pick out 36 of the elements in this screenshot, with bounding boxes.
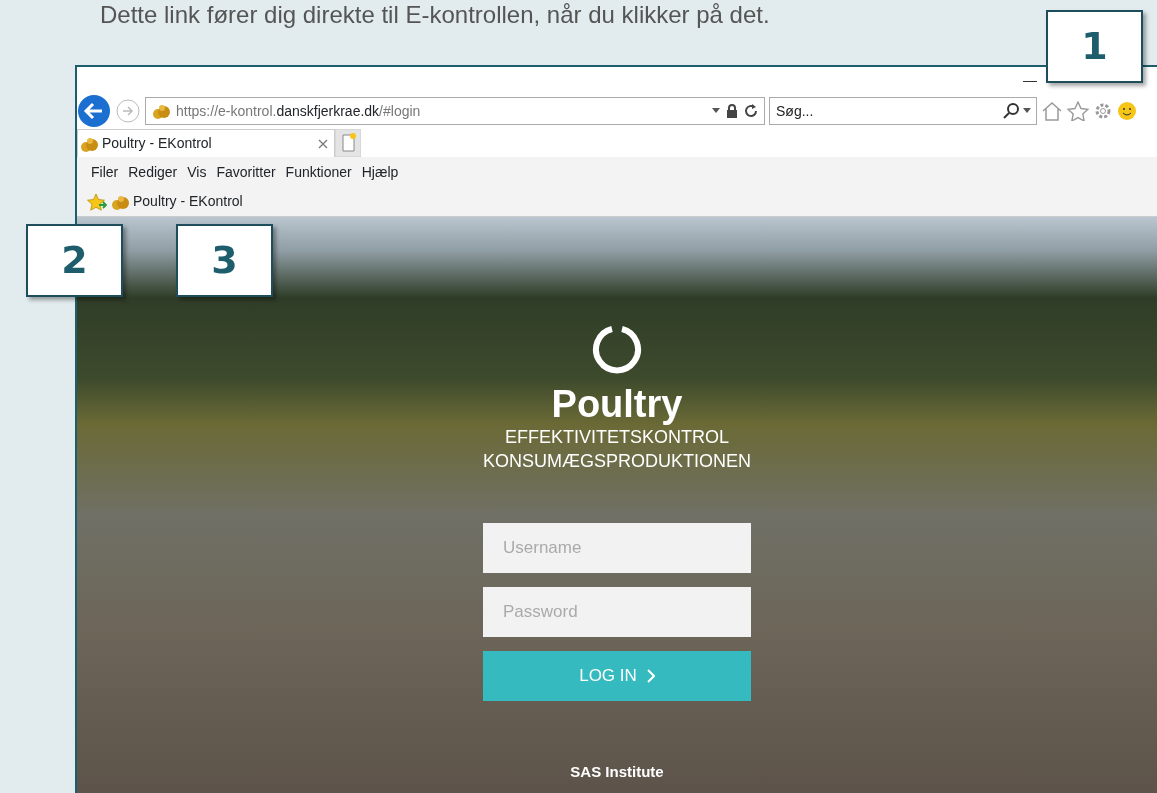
caption-text: Dette link fører dig direkte til E-kontrollen, når du klikker på det. — [100, 0, 771, 30]
chevron-icon — [646, 669, 655, 683]
callout-number: 3 — [176, 224, 273, 297]
address-bar[interactable]: https://e-kontrol.danskfjerkrae.dk/#login — [145, 97, 765, 125]
search-icon[interactable] — [1003, 103, 1019, 119]
app-subtitle: KONSUMÆGSPRODUKTIONEN — [483, 450, 751, 473]
favorites-star-icon[interactable] — [87, 192, 107, 211]
footer-text: SAS Institute — [570, 762, 664, 782]
caret-icon[interactable] — [1023, 108, 1031, 114]
favorites-link[interactable]: Poultry - EKontrol — [111, 191, 243, 212]
search-field[interactable]: Søg... — [769, 97, 1037, 125]
close-icon[interactable] — [318, 138, 328, 149]
site-favicon-icon — [152, 103, 170, 119]
app-subtitle: EFFEKTIVITETSKONTROL — [505, 426, 729, 449]
menu-item[interactable]: Hjælp — [361, 161, 399, 183]
username-field[interactable]: Username — [483, 523, 751, 573]
home-icon[interactable] — [1041, 101, 1063, 121]
app-title: Poultry — [551, 383, 683, 425]
logo-ring-icon — [592, 325, 642, 375]
menu-item[interactable]: Filer — [91, 161, 119, 183]
site-favicon-icon — [80, 135, 98, 152]
menu-item[interactable]: Vis — [187, 161, 207, 183]
lock-icon — [726, 104, 738, 118]
refresh-icon[interactable] — [744, 104, 758, 118]
star-icon[interactable] — [1067, 101, 1089, 121]
browser-tab[interactable]: Poultry - EKontrol — [77, 129, 335, 157]
menu-item[interactable]: Favoritter — [216, 161, 276, 183]
callout-number: 2 — [26, 224, 123, 297]
site-favicon-icon — [111, 193, 129, 210]
menu-item[interactable]: Rediger — [128, 161, 178, 183]
smiley-icon[interactable] — [1117, 101, 1137, 121]
caret-icon[interactable] — [712, 108, 720, 114]
url-text[interactable]: https://e-kontrol.danskfjerkrae.dk/#login — [176, 100, 421, 122]
password-field[interactable]: Password — [483, 587, 751, 637]
menu-item[interactable]: Funktioner — [285, 161, 352, 183]
callout-number: 1 — [1046, 10, 1143, 83]
